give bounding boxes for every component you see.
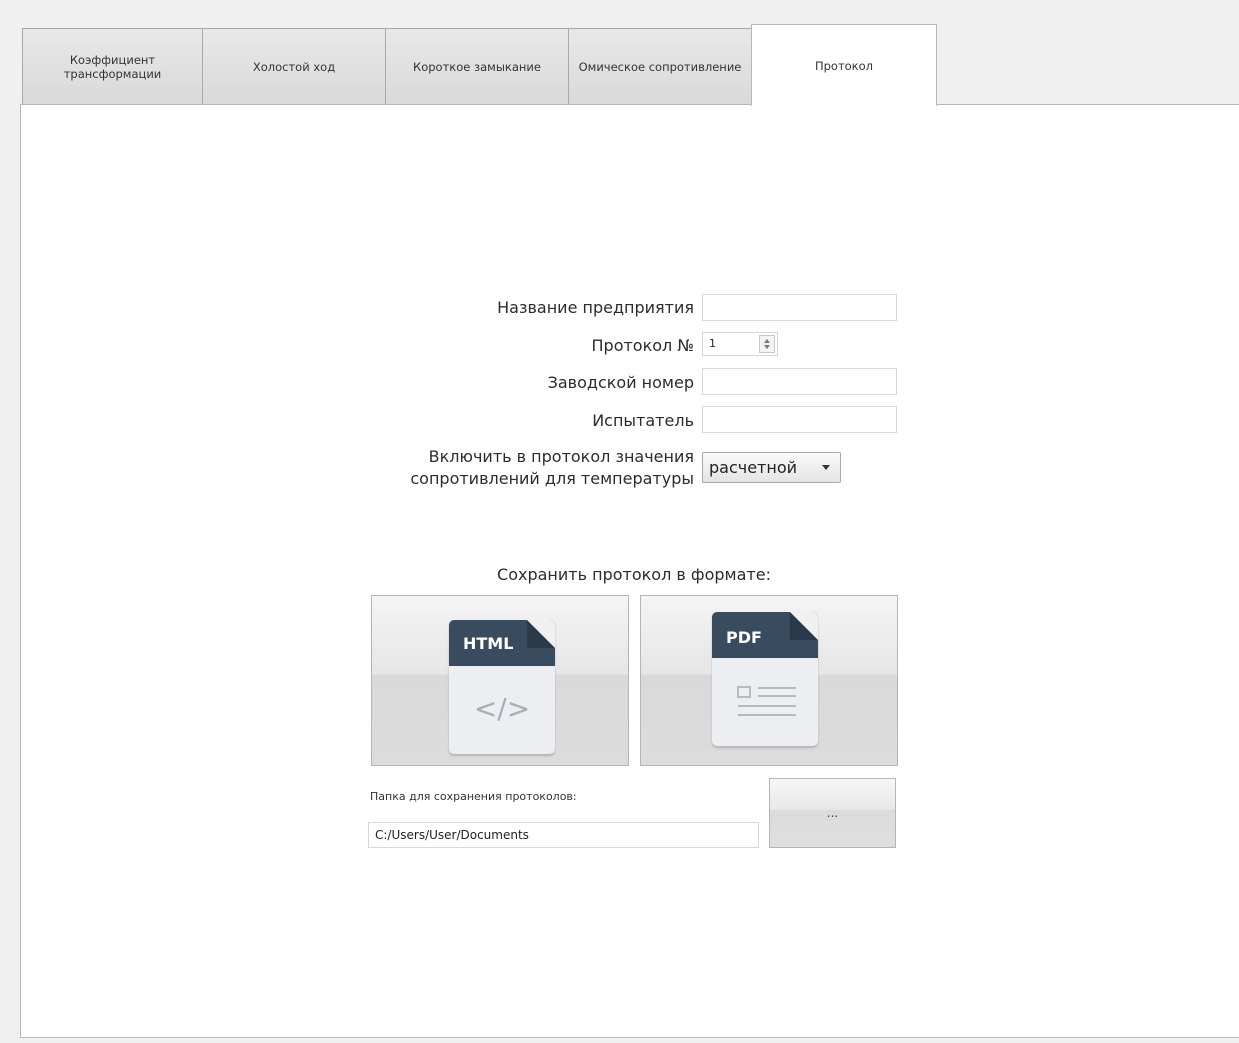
serial-number-label: Заводской номер [547,373,694,392]
tab-short-circuit[interactable]: Короткое замыкание [385,28,569,105]
company-input[interactable] [702,294,897,321]
protocol-number-label: Протокол № [591,336,695,355]
file-corner [527,620,555,648]
pdf-file-icon: PDF [712,612,818,746]
tab-label: Коэффициент трансформации [63,53,162,81]
serial-number-input[interactable] [702,368,897,395]
tab-no-load[interactable]: Холостой ход [202,28,386,105]
temperature-select-value: расчетной [709,458,798,477]
save-html-button[interactable]: HTML </> [371,595,629,766]
html-file-icon: HTML </> [449,620,555,754]
save-format-heading: Сохранить протокол в формате: [497,565,771,584]
tab-transformation-ratio[interactable]: Коэффициент трансформации [22,28,203,105]
tab-label: Протокол [814,58,874,73]
tab-label: Омическое сопротивление [578,60,742,74]
tab-label: Короткое замыкание [413,60,541,74]
tab-ohmic-resistance[interactable]: Омическое сопротивление [568,28,752,105]
protocol-number-value: 1 [709,337,716,350]
temperature-select[interactable]: расчетной [702,452,841,483]
folder-path-value: C:/Users/User/Documents [375,828,529,842]
code-glyph: </> [473,692,531,725]
protocol-number-spinbox[interactable]: 1 [702,332,778,356]
document-lines-icon [737,686,796,716]
file-corner [790,612,818,640]
browse-label: ... [826,806,839,820]
company-label: Название предприятия [497,298,694,317]
tester-input[interactable] [702,406,897,433]
spinbox-arrows-icon[interactable] [759,335,775,353]
tab-protocol[interactable]: Протокол [751,24,937,106]
folder-label: Папка для сохранения протоколов: [370,790,577,803]
save-pdf-button[interactable]: PDF [640,595,898,766]
tester-label: Испытатель [592,411,694,430]
chevron-down-icon [822,465,830,470]
tab-label: Холостой ход [252,60,336,74]
browse-folder-button[interactable]: ... [769,778,896,848]
include-values-label: Включить в протокол значения сопротивлен… [410,447,694,488]
folder-path-input[interactable]: C:/Users/User/Documents [368,822,759,848]
